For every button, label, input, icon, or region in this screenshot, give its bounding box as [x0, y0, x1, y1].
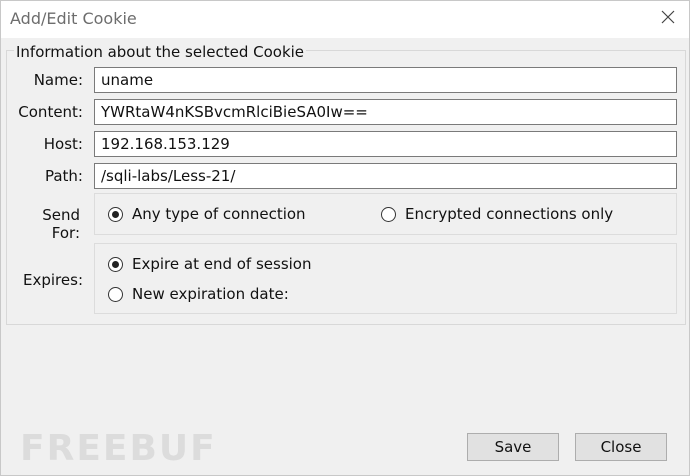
send-for-label: Send For:: [42, 206, 80, 242]
radio-encrypted-only-label: Encrypted connections only: [405, 205, 614, 223]
radio-new-expiration-label: New expiration date:: [132, 285, 289, 303]
window-title: Add/Edit Cookie: [10, 9, 137, 28]
radio-any-connection-label: Any type of connection: [132, 205, 306, 223]
radio-unchecked-icon: [108, 286, 123, 302]
host-label: Host:: [43, 135, 83, 153]
send-for-panel: Any type of connection Encrypted connect…: [94, 193, 677, 235]
host-field[interactable]: [94, 131, 677, 157]
content-field[interactable]: [94, 99, 677, 125]
path-label: Path:: [44, 167, 83, 185]
radio-any-connection[interactable]: Any type of connection: [108, 205, 306, 223]
radio-encrypted-only[interactable]: Encrypted connections only: [381, 205, 613, 223]
watermark-text: FREEBUF: [20, 428, 217, 469]
radio-checked-icon: [108, 206, 123, 222]
radio-expire-session-label: Expire at end of session: [132, 255, 312, 273]
radio-unchecked-icon: [381, 206, 396, 222]
radio-expire-session[interactable]: Expire at end of session: [108, 255, 312, 273]
close-icon[interactable]: [660, 9, 676, 25]
radio-new-expiration[interactable]: New expiration date:: [108, 285, 289, 303]
path-field[interactable]: [94, 163, 677, 189]
group-title: Information about the selected Cookie: [14, 43, 307, 61]
content-label: Content:: [18, 103, 83, 121]
radio-checked-icon: [108, 256, 123, 272]
close-button[interactable]: Close: [575, 433, 667, 461]
title-bar: Add/Edit Cookie: [0, 0, 690, 38]
expires-label: Expires:: [23, 271, 83, 289]
expires-panel: Expire at end of session New expiration …: [94, 243, 677, 314]
save-button[interactable]: Save: [467, 433, 559, 461]
name-field[interactable]: [94, 67, 677, 93]
freebuf-watermark: FREEBUF: [20, 428, 217, 469]
name-label: Name:: [33, 71, 83, 89]
